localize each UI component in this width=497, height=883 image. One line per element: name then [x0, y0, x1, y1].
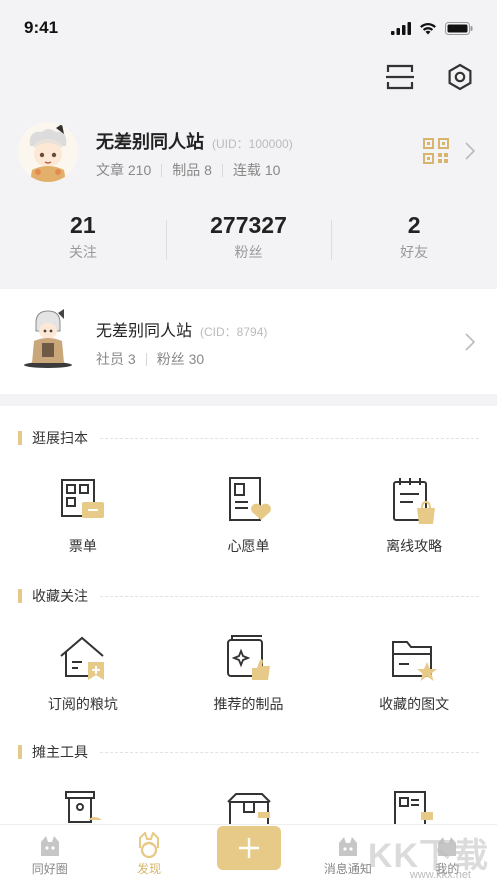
recommended-button[interactable]: 推荐的制品: [166, 634, 332, 714]
section-title-collection: 收藏关注: [18, 586, 479, 606]
section-divider: [100, 751, 479, 753]
order-list-icon: [394, 791, 434, 824]
publish-button[interactable]: [216, 826, 281, 870]
subscribed-button[interactable]: 订阅的粮坑: [0, 634, 166, 714]
status-time: 9:41: [24, 18, 59, 37]
settings-button[interactable]: [445, 62, 475, 92]
subscribed-icon: [60, 636, 104, 680]
wishlist-label: 心愿单: [227, 538, 270, 554]
scan-button[interactable]: [385, 62, 415, 92]
watermark-url: www.kkx.net: [409, 869, 471, 881]
offline-guide-label: 离线攻略: [386, 538, 443, 554]
section-title-expo: 逛展扫本: [18, 428, 479, 448]
wifi-icon: [420, 22, 436, 34]
vendor-tool-button[interactable]: [0, 790, 166, 824]
section-divider: [100, 437, 479, 439]
tab-label: 消息通知: [323, 862, 372, 876]
plus-icon: [238, 838, 259, 858]
profile-name-line: 无差别同人站 (UID：100000): [96, 128, 293, 154]
collected-button[interactable]: 收藏的图文: [331, 634, 497, 714]
chevron-right-icon[interactable]: [465, 142, 475, 160]
recommended-label: 推荐的制品: [213, 696, 284, 712]
user-avatar[interactable]: [18, 122, 78, 182]
booth-icon: [64, 791, 102, 823]
serials-count[interactable]: 连载 10: [233, 160, 280, 180]
scan-icon: [386, 64, 414, 90]
divider: [161, 163, 163, 177]
club-avatar: [18, 309, 78, 369]
section-grid-vendor: [0, 790, 497, 824]
divider: [221, 163, 223, 177]
battery-icon: [445, 21, 473, 35]
box-icon: [226, 793, 271, 824]
community-icon: [40, 836, 59, 856]
ticket-label: 票单: [68, 538, 97, 554]
count-number: 2: [407, 212, 421, 238]
club-name-line: 无差别同人站 (CID：8794): [96, 317, 267, 341]
recommended-icon: [226, 635, 270, 680]
club-name: 无差别同人站: [96, 323, 193, 340]
signal-icon: [391, 21, 411, 35]
section-grid-collection: 订阅的粮坑 推荐的制品 收藏的图文: [0, 634, 497, 714]
collected-label: 收藏的图文: [379, 696, 450, 712]
offline-guide-button[interactable]: 离线攻略: [331, 476, 497, 556]
section-divider: [100, 595, 479, 597]
tab-discover[interactable]: 发现: [99, 825, 198, 883]
section-title-vendor: 摊主工具: [18, 742, 479, 762]
count-label: 粉丝: [234, 244, 263, 260]
section-accent-bar: [18, 745, 22, 759]
status-bar: 9:41: [0, 0, 497, 56]
status-icons: [391, 21, 473, 35]
chevron-right-icon[interactable]: [465, 333, 475, 351]
subscribed-label: 订阅的粮坑: [47, 696, 118, 712]
ticket-icon: [60, 479, 104, 518]
club-stats: 社员 3 粉丝 30: [96, 349, 204, 369]
profile-header[interactable]: 无差别同人站 (UID：100000) 文章 210 制品 8 连载 10: [0, 118, 497, 198]
section-accent-bar: [18, 431, 22, 445]
section-grid-expo: 票单 心愿单 离线攻略: [0, 476, 497, 556]
wishlist-button[interactable]: 心愿单: [166, 476, 332, 556]
club-card[interactable]: 无差别同人站 (CID：8794) 社员 3 粉丝 30: [0, 289, 497, 394]
vendor-tool-button[interactable]: [331, 790, 497, 824]
profile-stats: 文章 210 制品 8 连载 10: [96, 160, 280, 180]
products-count[interactable]: 制品 8: [172, 160, 212, 180]
top-actions: [385, 62, 475, 92]
fans-count[interactable]: 277327 粉丝: [165, 210, 332, 270]
wishlist-icon: [228, 477, 271, 521]
vendor-tool-button[interactable]: [166, 790, 332, 824]
user-name: 无差别同人站: [96, 132, 204, 152]
tab-community[interactable]: 同好圈: [0, 825, 99, 883]
discover-icon: [139, 832, 160, 858]
notification-icon: [338, 837, 357, 856]
qr-code-icon: [423, 138, 449, 164]
divider: [145, 352, 147, 366]
follow-counts: 21 关注 277327 粉丝 2 好友: [0, 210, 497, 270]
count-label: 关注: [68, 244, 97, 260]
club-cid: (CID：8794): [200, 325, 268, 339]
tab-label: 同好圈: [31, 862, 68, 876]
user-uid: (UID：100000): [212, 137, 293, 151]
avatar-illustration: [18, 122, 78, 182]
section-title-text: 摊主工具: [32, 744, 88, 760]
collected-icon: [392, 641, 438, 681]
club-members: 社员 3: [96, 351, 136, 367]
friends-count[interactable]: 2 好友: [331, 210, 497, 270]
settings-icon: [448, 63, 472, 91]
tab-publish[interactable]: [199, 825, 298, 883]
following-count[interactable]: 21 关注: [0, 210, 166, 270]
offline-guide-icon: [393, 478, 436, 524]
tab-label: 发现: [137, 862, 162, 876]
feature-sections: 逛展扫本 票单 心愿单 离线攻略 收藏关注 订阅的粮坑 推荐的制品 收藏的图文 …: [0, 406, 497, 824]
section-title-text: 收藏关注: [32, 588, 88, 604]
section-title-text: 逛展扫本: [32, 430, 88, 446]
qr-code-button[interactable]: [423, 138, 449, 169]
count-number: 21: [70, 212, 96, 238]
section-accent-bar: [18, 589, 22, 603]
articles-count[interactable]: 文章 210: [96, 160, 151, 180]
count-number: 277327: [210, 212, 287, 238]
ticket-button[interactable]: 票单: [0, 476, 166, 556]
count-label: 好友: [400, 244, 429, 260]
club-fans: 粉丝 30: [156, 351, 205, 367]
club-avatar-illustration: [24, 309, 72, 368]
